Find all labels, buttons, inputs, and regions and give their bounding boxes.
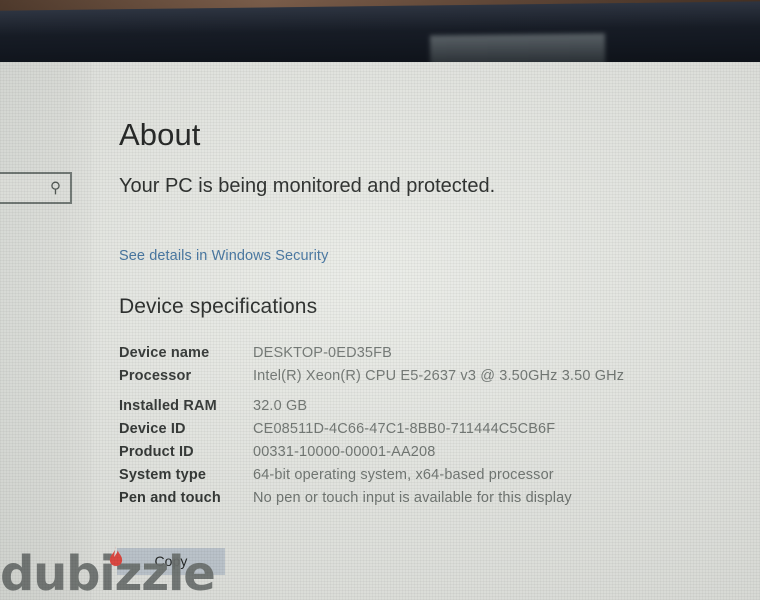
table-row: Pen and touch No pen or touch input is a… — [119, 488, 739, 509]
spec-label: Product ID — [119, 444, 194, 460]
spec-label: Pen and touch — [119, 490, 221, 506]
spec-value: Intel(R) Xeon(R) CPU E5-2637 v3 @ 3.50GH… — [253, 368, 625, 384]
spec-value: 64-bit operating system, x64-based proce… — [253, 467, 554, 483]
search-icon: ⚲ — [50, 179, 61, 197]
spec-value: 00331-10000-00001-AA208 — [253, 444, 436, 460]
table-row: System type 64-bit operating system, x64… — [119, 465, 739, 486]
device-specifications-table: Device name DESKTOP-0ED35FB Processor In… — [119, 343, 739, 511]
about-content-pane: About Your PC is being monitored and pro… — [92, 62, 760, 600]
protection-status-text: Your PC is being monitored and protected… — [119, 175, 496, 197]
spec-label: Device ID — [119, 421, 186, 437]
device-specifications-heading: Device specifications — [119, 295, 318, 318]
table-row: Processor Intel(R) Xeon(R) CPU E5-2637 v… — [119, 366, 739, 387]
page-title: About — [119, 117, 201, 152]
spec-label: Device name — [119, 345, 210, 361]
table-row: Device ID CE08511D-4C66-47C1-8BB0-711444… — [119, 419, 739, 440]
monitor-photo: ⚲ About Your PC is being monitored and p… — [0, 0, 760, 600]
spec-value: No pen or touch input is available for t… — [253, 490, 572, 506]
table-row: Installed RAM 32.0 GB — [119, 396, 739, 417]
spec-value: DESKTOP-0ED35FB — [253, 345, 392, 361]
table-row: Device name DESKTOP-0ED35FB — [119, 343, 739, 364]
spec-label: System type — [119, 467, 207, 483]
spec-value: 32.0 GB — [253, 398, 308, 414]
screen: ⚲ About Your PC is being monitored and p… — [0, 62, 760, 600]
spec-value: CE08511D-4C66-47C1-8BB0-711444C5CB6F — [253, 421, 556, 437]
windows-security-link[interactable]: See details in Windows Security — [119, 248, 328, 264]
spec-label: Processor — [119, 368, 192, 384]
copy-button[interactable]: Copy — [117, 548, 225, 575]
search-input[interactable]: ⚲ — [0, 172, 72, 204]
spec-label: Installed RAM — [119, 398, 217, 414]
table-row: Product ID 00331-10000-00001-AA208 — [119, 442, 739, 463]
settings-nav-pane: ⚲ — [0, 62, 92, 600]
